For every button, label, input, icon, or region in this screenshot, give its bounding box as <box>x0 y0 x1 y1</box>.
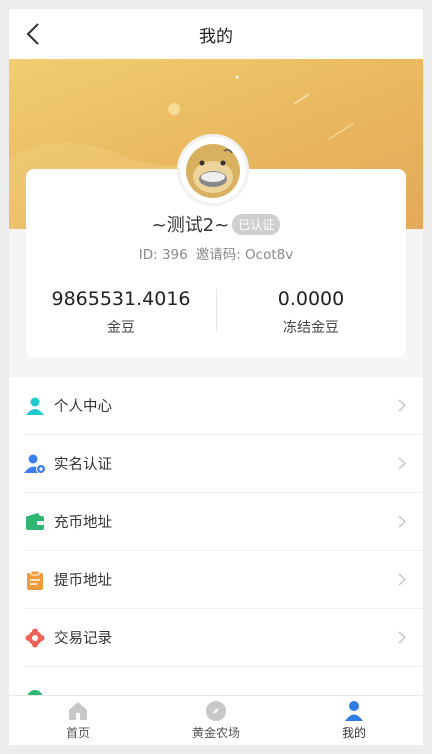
tab-label: 我的 <box>341 726 366 740</box>
verified-badge: 已认证 <box>232 213 281 235</box>
back-arrow-icon[interactable] <box>23 21 45 47</box>
home-icon <box>69 702 87 720</box>
top-nav-bar: 我的 <box>9 9 423 59</box>
tab-golden-farm[interactable]: 黄金农场 <box>147 696 285 745</box>
menu-item-real-name[interactable]: 实名认证 <box>24 435 423 493</box>
menu-label: 提币地址 <box>54 573 112 589</box>
stats-divider <box>216 289 217 331</box>
menu-item-withdraw-address[interactable]: 提币地址 <box>24 551 423 609</box>
user-icon <box>24 395 46 417</box>
menu-item-transaction-records[interactable]: 交易记录 <box>24 609 423 667</box>
flower-icon <box>24 627 46 649</box>
chevron-right-icon <box>398 457 406 470</box>
menu-item-deposit-address[interactable]: 充币地址 <box>24 493 423 551</box>
user-meta: ID: 396 邀请码: Ocot8v <box>9 243 423 263</box>
stat-value: 9865531.4016 <box>51 288 191 310</box>
tab-mine[interactable]: 我的 <box>285 696 423 745</box>
chevron-right-icon <box>398 631 406 644</box>
person-icon <box>345 701 363 721</box>
menu-label: 交易记录 <box>54 631 112 647</box>
avatar[interactable] <box>177 134 249 206</box>
user-id: ID: 396 <box>138 247 188 263</box>
menu-list: 个人中心 实名认证 充币地址 提币地址 交易记录 <box>9 377 423 695</box>
page-title: 我的 <box>199 26 233 47</box>
chevron-right-icon <box>398 399 406 412</box>
stat-frozen-beans[interactable]: 0.0000 冻结金豆 <box>216 287 406 343</box>
stat-gold-beans[interactable]: 9865531.4016 金豆 <box>26 287 216 343</box>
bottom-tab-bar: 首页 黄金农场 我的 <box>9 695 423 745</box>
invite-code: 邀请码: Ocot8v <box>195 247 294 263</box>
compass-icon <box>206 701 226 721</box>
user-verify-icon <box>24 453 46 475</box>
stat-value: 0.0000 <box>277 288 345 310</box>
phone-screen: 我的 ~测试2~ 已认证 ID: 396 邀请码: Ocot8v 9865531… <box>9 9 423 745</box>
menu-label: 充币地址 <box>54 515 112 531</box>
nickname-row: ~测试2~ 已认证 <box>9 211 423 237</box>
menu-item-partial[interactable] <box>24 667 423 695</box>
chevron-right-icon <box>398 515 406 528</box>
leaf-icon <box>24 685 46 695</box>
nickname: ~测试2~ <box>151 215 230 236</box>
menu-label: 实名认证 <box>54 457 112 473</box>
stat-label: 冻结金豆 <box>283 320 339 336</box>
tab-label: 首页 <box>65 726 90 740</box>
wallet-icon <box>24 511 46 533</box>
tab-home[interactable]: 首页 <box>9 696 147 745</box>
menu-label: 个人中心 <box>54 399 112 415</box>
tab-label: 黄金农场 <box>191 726 240 740</box>
clipboard-icon <box>24 569 46 591</box>
chevron-right-icon <box>398 573 406 586</box>
stat-label: 金豆 <box>107 320 135 336</box>
menu-item-personal-center[interactable]: 个人中心 <box>24 377 423 435</box>
